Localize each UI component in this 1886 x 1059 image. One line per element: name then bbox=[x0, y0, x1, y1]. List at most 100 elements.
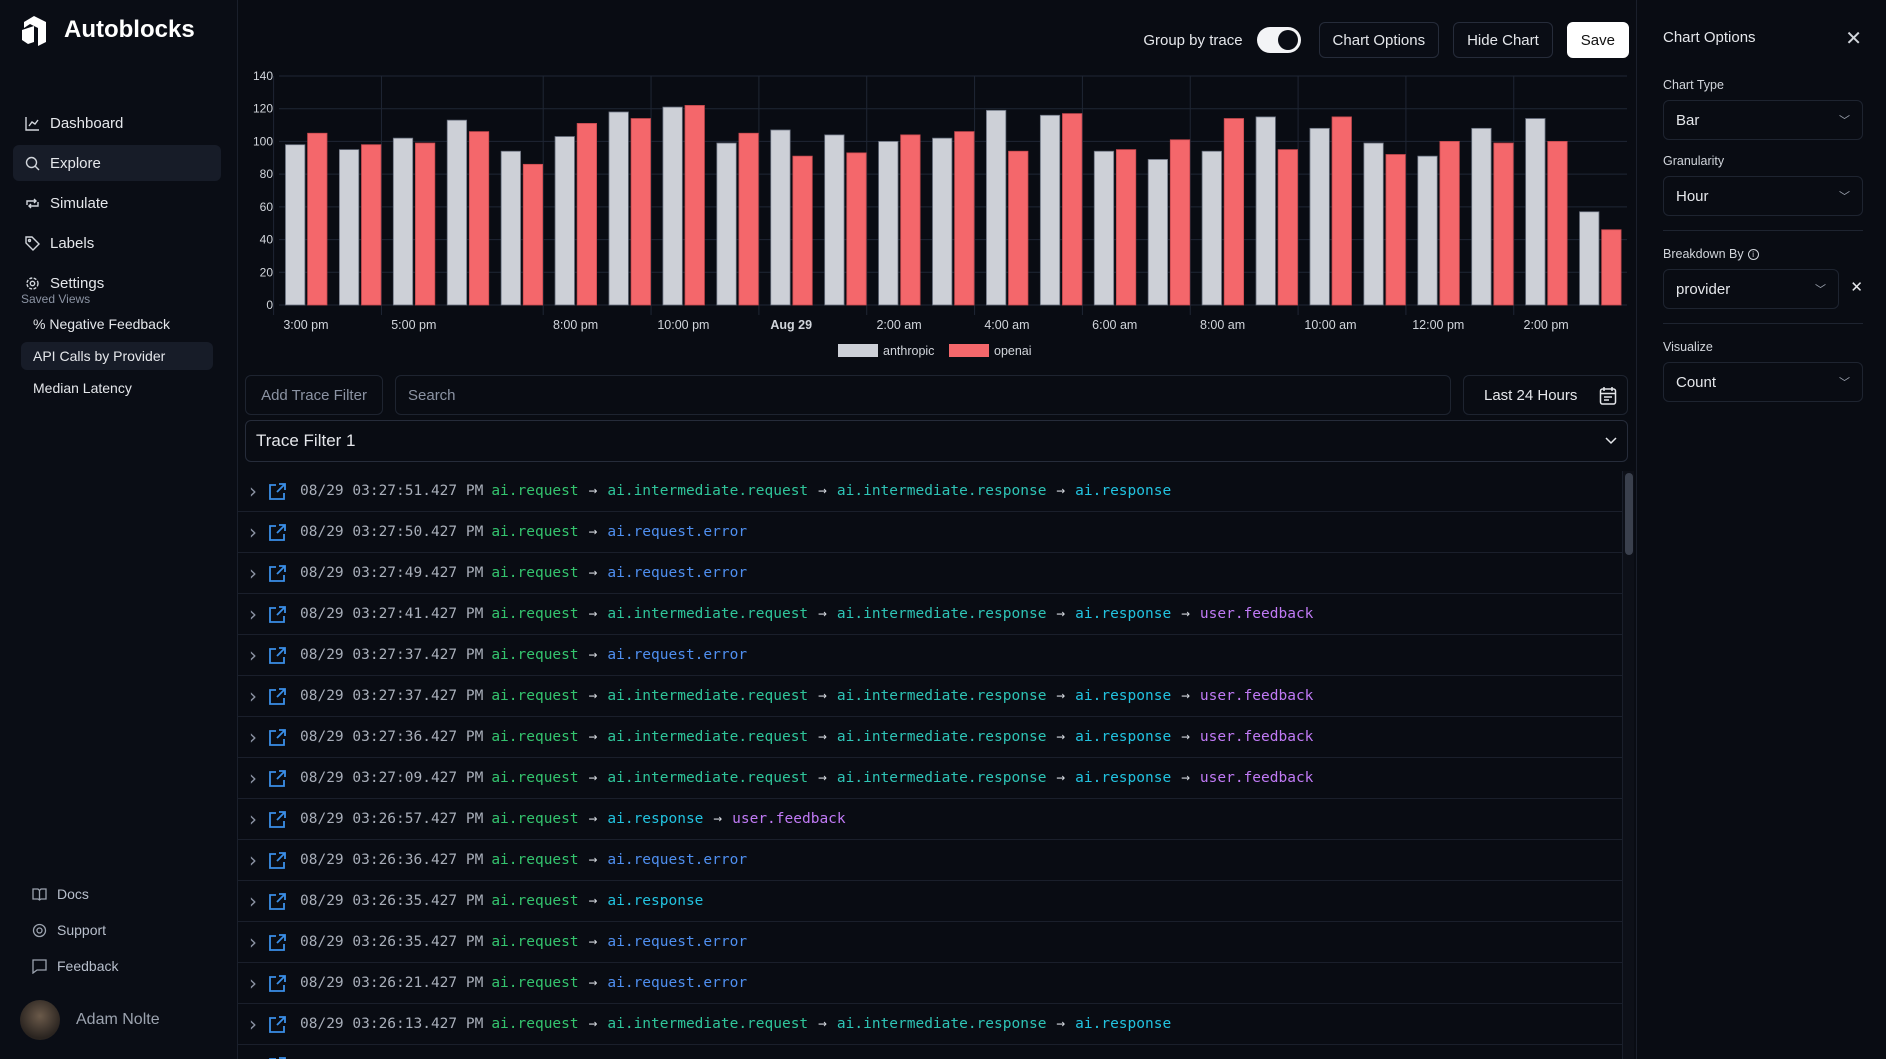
chevron-right-icon[interactable]: › bbox=[238, 520, 268, 544]
external-link-icon[interactable] bbox=[268, 933, 294, 952]
saved-view-negative-feedback[interactable]: % Negative Feedback bbox=[21, 310, 213, 338]
chart-type-value: Bar bbox=[1676, 111, 1700, 129]
chevron-right-icon[interactable]: › bbox=[238, 930, 268, 954]
arrow-right-icon: → bbox=[588, 606, 598, 622]
trace-row[interactable]: › 08/29 03:27:37.427 PM ai.request → ai.inte… bbox=[238, 676, 1622, 717]
nav-labels[interactable]: Labels bbox=[13, 225, 221, 261]
info-icon[interactable]: i bbox=[1747, 248, 1759, 260]
external-link-icon[interactable] bbox=[268, 1015, 294, 1034]
trace-row[interactable]: › 08/29 03:27:41.427 PM ai.request → ai.inte… bbox=[238, 594, 1622, 635]
scrollbar-thumb[interactable] bbox=[1625, 473, 1633, 555]
search-input[interactable] bbox=[395, 375, 1451, 415]
time-range-picker[interactable]: Last 24 Hours bbox=[1463, 375, 1628, 415]
x-tick-label: 10:00 am bbox=[1304, 318, 1356, 332]
add-trace-filter-button[interactable]: Add Trace Filter bbox=[245, 375, 383, 415]
chevron-right-icon[interactable]: › bbox=[238, 725, 268, 749]
logo[interactable]: Autoblocks bbox=[20, 14, 195, 46]
arrow-right-icon: → bbox=[588, 811, 598, 827]
close-icon[interactable]: ✕ bbox=[1845, 26, 1862, 51]
trace-row[interactable]: › 08/29 03:26:21.427 PM ai.request → ai.requ… bbox=[238, 963, 1622, 1004]
bar-openai bbox=[1115, 149, 1137, 306]
x-tick-label: 10:00 pm bbox=[657, 318, 709, 332]
arrow-right-icon: → bbox=[588, 1016, 598, 1032]
trace-timestamp: 08/29 03:27:50.427 PM bbox=[300, 524, 484, 540]
arrow-right-icon: → bbox=[1056, 1016, 1066, 1032]
external-link-icon[interactable] bbox=[268, 646, 294, 665]
external-link-icon[interactable] bbox=[268, 974, 294, 993]
trace-row[interactable]: › bbox=[238, 1045, 1622, 1059]
chevron-right-icon[interactable]: › bbox=[238, 807, 268, 831]
chart-options-button[interactable]: Chart Options bbox=[1318, 22, 1440, 58]
trace-filter-accordion[interactable]: Trace Filter 1 bbox=[245, 420, 1628, 462]
chevron-right-icon[interactable]: › bbox=[238, 766, 268, 790]
external-link-icon[interactable] bbox=[268, 1056, 294, 1059]
chevron-right-icon[interactable]: › bbox=[238, 848, 268, 872]
time-range-label: Last 24 Hours bbox=[1484, 386, 1578, 404]
chevron-right-icon[interactable]: › bbox=[238, 479, 268, 503]
x-tick-label: 6:00 am bbox=[1092, 318, 1137, 332]
external-link-icon[interactable] bbox=[268, 810, 294, 829]
external-link-icon[interactable] bbox=[268, 851, 294, 870]
trace-list-scrollbar[interactable] bbox=[1622, 471, 1634, 1059]
chevron-right-icon[interactable]: › bbox=[238, 643, 268, 667]
save-button[interactable]: Save bbox=[1566, 22, 1629, 58]
trace-row[interactable]: › 08/29 03:27:51.427 PM ai.request → ai.inte… bbox=[238, 471, 1622, 512]
arrow-right-icon: → bbox=[588, 934, 598, 950]
trace-event: ai.request bbox=[491, 770, 579, 786]
feedback-link[interactable]: Feedback bbox=[32, 948, 118, 984]
trace-row[interactable]: › 08/29 03:27:36.427 PM ai.request → ai.inte… bbox=[238, 717, 1622, 758]
external-link-icon[interactable] bbox=[268, 728, 294, 747]
external-link-icon[interactable] bbox=[268, 564, 294, 583]
external-link-icon[interactable] bbox=[268, 523, 294, 542]
nav-label: Labels bbox=[50, 234, 95, 252]
trace-row[interactable]: › 08/29 03:27:37.427 PM ai.request → ai.requ… bbox=[238, 635, 1622, 676]
arrow-right-icon: → bbox=[588, 688, 598, 704]
nav-explore[interactable]: Explore bbox=[13, 145, 221, 181]
bar-openai bbox=[576, 123, 597, 306]
support-link[interactable]: Support bbox=[32, 912, 118, 948]
user-profile[interactable]: Adam Nolte bbox=[20, 1000, 160, 1040]
chevron-right-icon[interactable]: › bbox=[238, 889, 268, 913]
trace-row[interactable]: › 08/29 03:26:35.427 PM ai.request → ai.requ… bbox=[238, 922, 1622, 963]
external-link-icon[interactable] bbox=[268, 769, 294, 788]
breakdown-select[interactable]: provider ﹀ bbox=[1663, 269, 1839, 309]
trace-event: ai.request.error bbox=[607, 524, 748, 540]
x-tick-label: 2:00 am bbox=[876, 318, 921, 332]
visualize-select[interactable]: Count ﹀ bbox=[1663, 362, 1863, 402]
trace-row[interactable]: › 08/29 03:26:13.427 PM ai.request → ai.inte… bbox=[238, 1004, 1622, 1045]
chevron-right-icon[interactable]: › bbox=[238, 561, 268, 585]
trace-row[interactable]: › 08/29 03:27:50.427 PM ai.request → ai.requ… bbox=[238, 512, 1622, 553]
bar-anthropic bbox=[285, 144, 306, 306]
trace-row[interactable]: › 08/29 03:26:57.427 PM ai.request → ai.resp… bbox=[238, 799, 1622, 840]
group-by-trace-toggle[interactable] bbox=[1256, 27, 1301, 53]
chart-type-select[interactable]: Bar ﹀ bbox=[1663, 100, 1863, 140]
legend-swatch-anthropic bbox=[838, 344, 878, 357]
chevron-right-icon[interactable]: › bbox=[238, 1012, 268, 1036]
trace-row[interactable]: › 08/29 03:27:49.427 PM ai.request → ai.requ… bbox=[238, 553, 1622, 594]
chevron-right-icon[interactable]: › bbox=[238, 684, 268, 708]
nav-dashboard[interactable]: Dashboard bbox=[13, 105, 221, 141]
nav-simulate[interactable]: Simulate bbox=[13, 185, 221, 221]
external-link-icon[interactable] bbox=[268, 605, 294, 624]
chevron-right-icon[interactable]: › bbox=[238, 971, 268, 995]
hide-chart-button[interactable]: Hide Chart bbox=[1453, 22, 1553, 58]
external-link-icon[interactable] bbox=[268, 892, 294, 911]
gear-icon bbox=[26, 276, 39, 290]
external-link-icon[interactable] bbox=[268, 482, 294, 501]
trace-row[interactable]: › 08/29 03:26:35.427 PM ai.request → ai.resp… bbox=[238, 881, 1622, 922]
trace-row[interactable]: › 08/29 03:26:36.427 PM ai.request → ai.requ… bbox=[238, 840, 1622, 881]
trace-event: ai.intermediate.request bbox=[607, 606, 809, 622]
chevron-right-icon[interactable]: › bbox=[238, 602, 268, 626]
trace-event: ai.response bbox=[607, 811, 704, 827]
granularity-select[interactable]: Hour ﹀ bbox=[1663, 176, 1863, 216]
external-link-icon[interactable] bbox=[268, 687, 294, 706]
saved-views-title: Saved Views bbox=[21, 292, 91, 306]
clear-breakdown-icon[interactable]: ✕ bbox=[1850, 278, 1863, 296]
panel-title: Chart Options bbox=[1663, 29, 1756, 46]
docs-link[interactable]: Docs bbox=[32, 876, 118, 912]
saved-view-median-latency[interactable]: Median Latency bbox=[21, 374, 213, 402]
saved-view-api-calls[interactable]: API Calls by Provider bbox=[21, 342, 213, 370]
trace-timestamp: 08/29 03:27:09.427 PM bbox=[300, 770, 484, 786]
trace-row[interactable]: › 08/29 03:27:09.427 PM ai.request → ai.inte… bbox=[238, 758, 1622, 799]
chevron-right-icon[interactable]: › bbox=[238, 1053, 268, 1059]
